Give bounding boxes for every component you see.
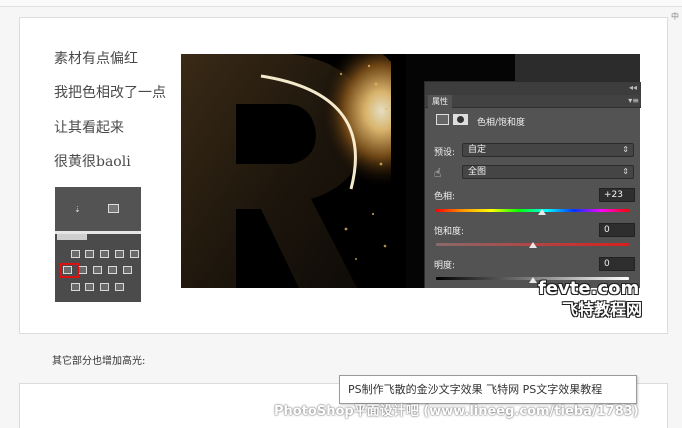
gradient-map-icon [115,283,124,291]
threshold-icon [100,283,109,291]
exposure-icon [115,250,124,258]
hue-saturation-highlight [60,263,79,278]
side-mark: 中 [671,12,679,21]
panel-menu-icon[interactable]: ▾≡ [628,96,639,105]
preset-select[interactable]: 自定 ⇕ [462,143,634,157]
thumbnail-arrow-icon: ⇣ [74,205,81,214]
adjustment-title: 色相/饱和度 [477,118,526,128]
saturation-value-input[interactable]: 0 [599,223,635,237]
preset-value: 自定 [468,145,487,155]
thumbnail-toolbar: ⇣ [55,187,141,231]
tab-properties[interactable]: 属性 [428,95,452,108]
thumbnail-layer-icon [108,204,119,213]
thumbnail-label [57,234,87,240]
post-line-3: 让其看起来 [54,120,124,136]
levels-icon [85,250,94,258]
channel-mixer-icon [123,266,132,274]
posterize-icon [85,283,94,291]
invert-icon [71,283,80,291]
adjustment-layer-icon[interactable] [436,114,449,125]
panel-tabs: 属性 ▾≡ [425,95,641,108]
preset-label: 预设: [434,148,456,158]
hue-slider-thumb[interactable] [538,209,547,215]
select-arrows-icon: ⇕ [622,167,629,176]
adjustments-thumbnail: ⇣ [55,187,141,302]
photo-filter-icon [108,266,117,274]
targeted-adjust-hand-icon[interactable]: ☝ [434,166,441,180]
brightness-icon [71,250,80,258]
top-divider [0,0,682,7]
saturation-label: 饱和度: [434,227,465,237]
color-balance-icon [78,266,87,274]
hue-slider-track[interactable] [436,209,629,212]
post-line-1: 素材有点偏红 [54,51,138,67]
forum-watermark: PhotoShop平面设计吧 (www.lineeg.com/tieba/178… [274,404,639,419]
canvas-dark-strip [515,54,640,81]
post-line-4: 很黄很baoli [54,154,131,170]
channel-select[interactable]: 全图 ⇕ [462,165,634,179]
curves-icon [100,250,109,258]
hue-value-input[interactable]: +23 [599,188,635,202]
page: 中 素材有点偏红 我把色相改了一点 让其看起来 很黄很baoli ⇣ ◂◂ 属性… [0,0,682,428]
lightness-value-input[interactable]: 0 [599,257,635,271]
panel-header: ◂◂ [425,82,641,95]
properties-panel: ◂◂ 属性 ▾≡ 色相/饱和度 预设: 自定 ⇕ ☝ 全图 ⇕ 色相: +23 … [424,81,641,288]
hue-label: 色相: [434,192,456,202]
gold-sand-letter-image [181,54,391,288]
watermark-site-name: 飞特教程网 [562,300,643,319]
post-line-2: 我把色相改了一点 [54,85,166,101]
lightness-label: 明度: [434,261,456,271]
lightness-slider-thumb[interactable] [528,277,537,283]
collapse-icon[interactable]: ◂◂ [629,83,637,92]
layer-mask-icon[interactable] [453,114,468,125]
select-arrows-icon: ⇕ [622,145,629,154]
black-white-icon [93,266,102,274]
saturation-slider-thumb[interactable] [528,242,537,248]
caption-text: 其它部分也增加高光: [52,356,146,367]
channel-value: 全图 [468,167,487,177]
vibrance-icon [130,250,139,258]
